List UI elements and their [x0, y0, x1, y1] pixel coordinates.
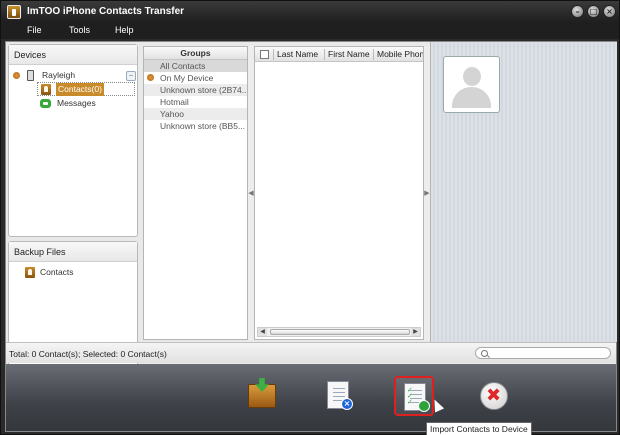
status-text: Total: 0 Contact(s); Selected: 0 Contact…	[9, 349, 167, 359]
table-header: Last Name First Name Mobile Phone	[255, 47, 423, 62]
app-window: ImTOO iPhone Contacts Transfer – □ × Fil…	[0, 0, 620, 435]
collapse-icon[interactable]: −	[126, 71, 136, 81]
avatar-head-icon	[463, 67, 481, 86]
group-label: On My Device	[160, 73, 214, 83]
devices-panel: Devices Rayleigh − Contacts(0) Messages	[8, 44, 138, 237]
contact-detail-panel	[430, 42, 617, 342]
select-all-checkbox[interactable]	[260, 50, 269, 59]
menu-tools[interactable]: Tools	[69, 25, 90, 35]
window-title: ImTOO iPhone Contacts Transfer	[27, 6, 185, 17]
scrollbar-thumb[interactable]	[270, 329, 410, 335]
scroll-left-icon[interactable]: ◀	[258, 328, 267, 336]
contacts-book-icon	[41, 84, 51, 95]
scroll-right-icon[interactable]: ▶	[411, 328, 420, 336]
search-input[interactable]	[475, 347, 611, 359]
column-divider	[373, 49, 374, 60]
close-button[interactable]: ×	[603, 5, 616, 18]
group-on-my-device[interactable]: On My Device	[144, 72, 247, 84]
group-yahoo[interactable]: Yahoo	[144, 108, 247, 120]
search-icon	[481, 350, 488, 357]
menu-bar: File Tools Help	[1, 23, 619, 39]
device-dot-icon	[147, 74, 154, 81]
contacts-table: Last Name First Name Mobile Phone ◀ ▶	[254, 46, 424, 340]
group-hotmail[interactable]: Hotmail	[144, 96, 247, 108]
export-to-file-button[interactable]: ×	[319, 376, 359, 416]
device-row[interactable]: Rayleigh −	[13, 69, 137, 83]
delete-button[interactable]: ✖	[474, 376, 514, 416]
contact-photo[interactable]	[443, 56, 500, 113]
maximize-button[interactable]: □	[587, 5, 600, 18]
sidebar-item-label: Messages	[57, 98, 96, 108]
export-contacts-button[interactable]	[242, 376, 282, 416]
group-unknown-store-2[interactable]: Unknown store (BB5...	[144, 120, 247, 132]
messages-icon	[40, 99, 51, 108]
sidebar-item-label: Contacts(0)	[56, 83, 104, 96]
backup-item-label: Contacts	[40, 267, 74, 277]
green-badge-icon	[418, 400, 430, 412]
devices-header: Devices	[9, 45, 137, 65]
blue-badge-icon: ×	[341, 398, 353, 410]
backup-header: Backup Files	[9, 242, 137, 262]
checklist-icon: ✓ ✓ ✓	[407, 386, 413, 406]
minimize-button[interactable]: –	[571, 5, 584, 18]
groups-list: Groups All Contacts On My Device Unknown…	[143, 46, 248, 340]
avatar-body-icon	[452, 87, 491, 108]
menu-help[interactable]: Help	[115, 25, 134, 35]
title-bar: ImTOO iPhone Contacts Transfer – □ ×	[1, 1, 619, 23]
horizontal-scrollbar[interactable]: ◀ ▶	[257, 327, 421, 337]
delete-x-icon: ✖	[486, 385, 502, 406]
import-contacts-to-device-button[interactable]: ✓ ✓ ✓	[394, 376, 434, 416]
group-all-contacts[interactable]: All Contacts	[144, 60, 247, 72]
contacts-book-icon	[25, 267, 35, 278]
delete-icon: ✖	[480, 382, 508, 410]
app-logo-icon	[7, 5, 21, 19]
menu-file[interactable]: File	[27, 25, 42, 35]
device-name: Rayleigh	[42, 70, 76, 80]
column-first-name[interactable]: First Name	[328, 49, 370, 59]
sidebar-item-messages[interactable]: Messages	[37, 97, 135, 111]
main-content: Devices Rayleigh − Contacts(0) Messages …	[5, 41, 617, 432]
status-bar: Total: 0 Contact(s); Selected: 0 Contact…	[6, 342, 616, 363]
iphone-icon	[27, 70, 34, 81]
column-mobile-phone[interactable]: Mobile Phone	[377, 49, 423, 59]
backup-item-contacts[interactable]: Contacts	[25, 266, 133, 280]
device-status-icon	[13, 72, 20, 79]
sidebar-item-contacts[interactable]: Contacts(0)	[37, 82, 135, 96]
column-divider	[324, 49, 325, 60]
group-unknown-store-1[interactable]: Unknown store (2B74...	[144, 84, 247, 96]
column-last-name[interactable]: Last Name	[277, 49, 318, 59]
bottom-toolbar: × ✓ ✓ ✓ ✖	[6, 364, 616, 431]
column-divider	[273, 49, 274, 60]
groups-header: Groups	[144, 47, 247, 60]
tooltip: Import Contacts to Device	[426, 422, 532, 435]
